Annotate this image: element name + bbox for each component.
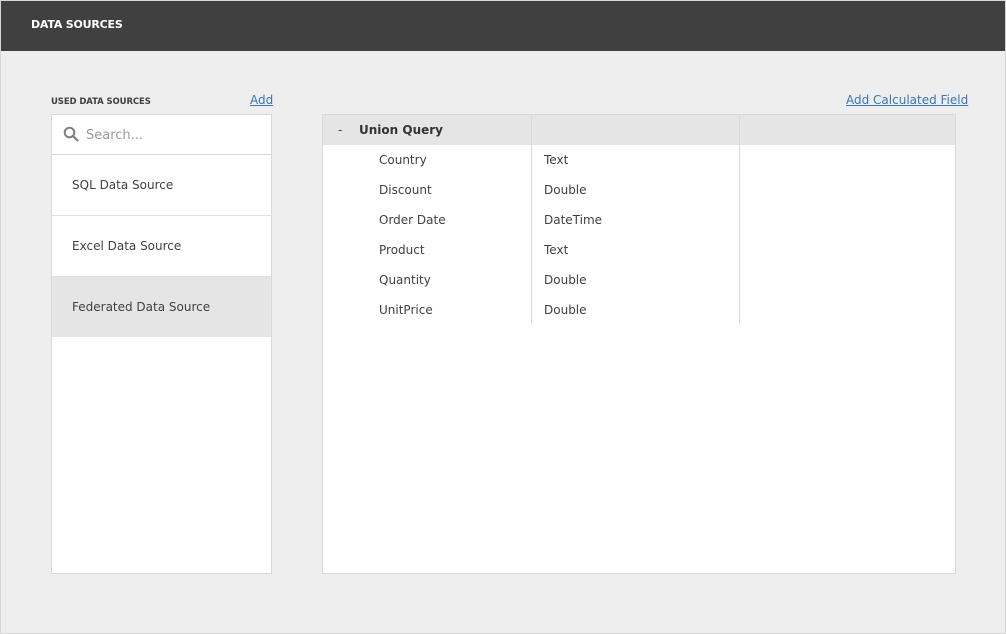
source-item-label: Excel Data Source (72, 239, 182, 253)
field-type: Text (544, 243, 569, 257)
field-row[interactable]: Product Text (323, 235, 955, 265)
field-type: Double (544, 183, 587, 197)
source-item-excel[interactable]: Excel Data Source (52, 216, 271, 277)
data-sources-list: SQL Data Source Excel Data Source Federa… (51, 114, 272, 574)
source-item-label: Federated Data Source (72, 300, 211, 314)
field-name: Quantity (379, 273, 431, 287)
source-item-federated[interactable]: Federated Data Source (52, 277, 271, 337)
source-item-label: SQL Data Source (72, 178, 174, 192)
field-type: Text (544, 153, 569, 167)
field-name: Country (379, 153, 427, 167)
field-name: Product (379, 243, 425, 257)
field-row[interactable]: Discount Double (323, 175, 955, 205)
field-row[interactable]: Quantity Double (323, 265, 955, 295)
collapse-toggle[interactable]: - (338, 123, 342, 137)
field-type: DateTime (544, 213, 603, 227)
query-name: Union Query (359, 123, 443, 137)
field-name: Discount (379, 183, 432, 197)
field-row[interactable]: Order Date DateTime (323, 205, 955, 235)
title-bar: DATA SOURCES (1, 1, 1005, 51)
source-item-sql[interactable]: SQL Data Source (52, 155, 271, 216)
field-name: Order Date (379, 213, 446, 227)
field-name: UnitPrice (379, 303, 433, 317)
search-box (52, 115, 271, 155)
field-type: Double (544, 303, 587, 317)
used-data-sources-label: USED DATA SOURCES (51, 97, 151, 107)
field-row[interactable]: UnitPrice Double (323, 295, 955, 325)
add-calculated-field-link[interactable]: Add Calculated Field (846, 93, 968, 107)
field-row[interactable]: Country Text (323, 145, 955, 175)
query-group-row[interactable]: - Union Query (323, 115, 955, 145)
page-title: DATA SOURCES (31, 18, 123, 31)
search-icon (63, 126, 79, 142)
search-input[interactable] (86, 123, 261, 147)
field-type: Double (544, 273, 587, 287)
add-data-source-link[interactable]: Add (250, 93, 273, 107)
fields-tree: - Union Query Country Text Discount Doub… (322, 114, 956, 574)
